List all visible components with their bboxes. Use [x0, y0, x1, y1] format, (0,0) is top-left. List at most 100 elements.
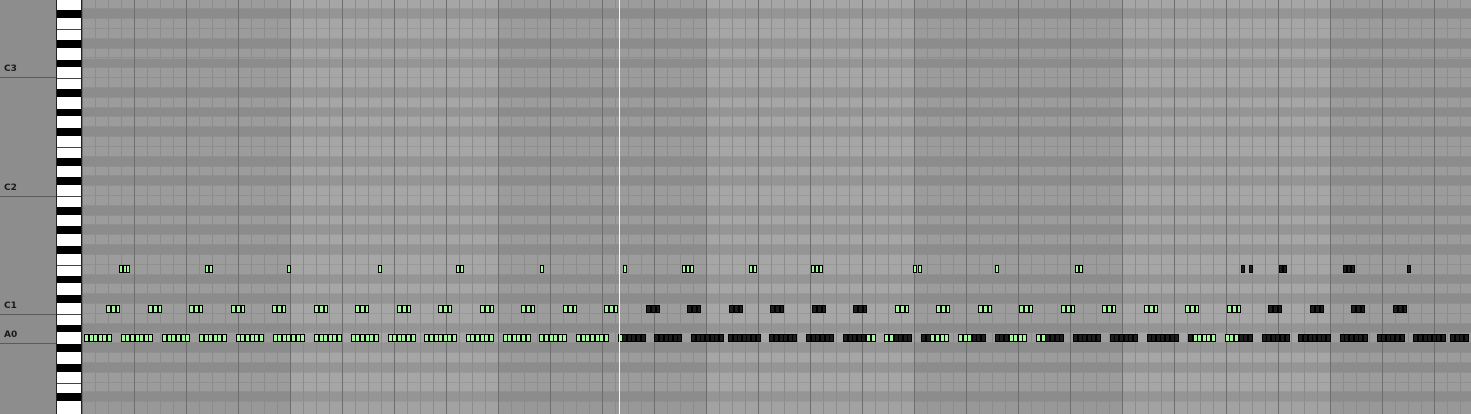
midi-note[interactable] — [1112, 305, 1116, 313]
black-key[interactable] — [57, 295, 81, 303]
midi-note[interactable] — [1363, 334, 1368, 342]
midi-note[interactable] — [1096, 334, 1101, 342]
midi-note[interactable] — [1153, 305, 1158, 313]
midi-note[interactable] — [780, 305, 784, 313]
black-key[interactable] — [57, 275, 81, 284]
midi-note[interactable] — [1351, 265, 1355, 273]
midi-note[interactable] — [287, 265, 291, 273]
midi-note[interactable] — [562, 334, 567, 342]
midi-note[interactable] — [1441, 334, 1446, 342]
midi-note[interactable] — [907, 334, 912, 342]
midi-note[interactable] — [185, 334, 190, 342]
midi-note[interactable] — [719, 334, 724, 342]
black-key[interactable] — [57, 246, 81, 254]
midi-note[interactable] — [819, 265, 823, 273]
midi-note[interactable] — [540, 265, 544, 273]
midi-note[interactable] — [918, 265, 922, 273]
midi-note[interactable] — [531, 305, 535, 313]
black-key[interactable] — [57, 344, 81, 353]
midi-note[interactable] — [489, 334, 494, 342]
midi-note[interactable] — [406, 305, 411, 313]
midi-note[interactable] — [1241, 265, 1245, 273]
midi-note[interactable] — [946, 305, 950, 313]
black-key[interactable] — [57, 10, 81, 19]
midi-note[interactable] — [697, 305, 701, 313]
midi-note[interactable] — [871, 334, 876, 342]
midi-note[interactable] — [259, 334, 264, 342]
midi-note[interactable] — [1402, 305, 1407, 313]
midi-note[interactable] — [378, 265, 382, 273]
midi-note[interactable] — [240, 305, 245, 313]
midi-note[interactable] — [1211, 334, 1216, 342]
midi-note[interactable] — [148, 334, 153, 342]
midi-note[interactable] — [157, 305, 162, 313]
black-key[interactable] — [57, 393, 81, 402]
midi-note[interactable] — [526, 334, 531, 342]
midi-note[interactable] — [677, 334, 682, 342]
midi-note[interactable] — [1464, 334, 1469, 342]
midi-note[interactable] — [337, 334, 342, 342]
midi-note[interactable] — [623, 265, 627, 273]
black-key[interactable] — [57, 39, 81, 48]
midi-note[interactable] — [863, 305, 867, 313]
midi-note[interactable] — [1070, 305, 1075, 313]
piano-keyboard[interactable] — [56, 0, 82, 414]
midi-note[interactable] — [1195, 305, 1199, 313]
midi-note[interactable] — [1022, 334, 1027, 342]
midi-note[interactable] — [323, 305, 328, 313]
midi-note[interactable] — [1248, 334, 1253, 342]
black-key[interactable] — [57, 226, 81, 235]
midi-note[interactable] — [614, 305, 618, 313]
black-key[interactable] — [57, 59, 81, 68]
midi-note[interactable] — [604, 334, 609, 342]
midi-note[interactable] — [1278, 305, 1282, 313]
midi-note[interactable] — [1133, 334, 1138, 342]
midi-note[interactable] — [1319, 305, 1324, 313]
black-key[interactable] — [57, 108, 81, 117]
black-key[interactable] — [57, 128, 81, 137]
midi-note[interactable] — [1174, 334, 1179, 342]
midi-note[interactable] — [116, 305, 120, 313]
midi-note[interactable] — [829, 334, 834, 342]
midi-note[interactable] — [300, 334, 305, 342]
midi-note[interactable] — [756, 334, 761, 342]
midi-note[interactable] — [655, 305, 660, 313]
piano-roll-grid[interactable] — [82, 0, 1471, 414]
midi-note[interactable] — [209, 265, 213, 273]
midi-note[interactable] — [199, 305, 203, 313]
black-key[interactable] — [57, 206, 81, 215]
midi-note[interactable] — [1400, 334, 1405, 342]
midi-note[interactable] — [448, 305, 452, 313]
midi-note[interactable] — [1059, 334, 1064, 342]
midi-note[interactable] — [821, 305, 826, 313]
midi-note[interactable] — [222, 334, 227, 342]
midi-note[interactable] — [995, 265, 999, 273]
midi-note[interactable] — [1029, 305, 1033, 313]
midi-note[interactable] — [126, 265, 130, 273]
midi-note[interactable] — [572, 305, 577, 313]
midi-note[interactable] — [452, 334, 457, 342]
midi-note[interactable] — [1361, 305, 1365, 313]
midi-note[interactable] — [690, 265, 694, 273]
midi-note[interactable] — [792, 334, 797, 342]
midi-note[interactable] — [913, 265, 917, 273]
midi-note[interactable] — [981, 334, 986, 342]
midi-note[interactable] — [107, 334, 112, 342]
midi-note[interactable] — [1326, 334, 1331, 342]
playhead[interactable] — [619, 0, 620, 414]
midi-note[interactable] — [1249, 265, 1253, 273]
midi-note[interactable] — [738, 305, 743, 313]
black-key[interactable] — [57, 88, 81, 97]
midi-note[interactable] — [1283, 265, 1287, 273]
midi-note[interactable] — [460, 265, 464, 273]
midi-note[interactable] — [904, 305, 909, 313]
midi-note[interactable] — [987, 305, 992, 313]
midi-note[interactable] — [365, 305, 369, 313]
midi-note[interactable] — [282, 305, 286, 313]
midi-note[interactable] — [944, 334, 949, 342]
midi-note[interactable] — [1079, 265, 1083, 273]
midi-note[interactable] — [1285, 334, 1290, 342]
black-key[interactable] — [57, 177, 81, 186]
midi-note[interactable] — [753, 265, 757, 273]
midi-note[interactable] — [641, 334, 646, 342]
